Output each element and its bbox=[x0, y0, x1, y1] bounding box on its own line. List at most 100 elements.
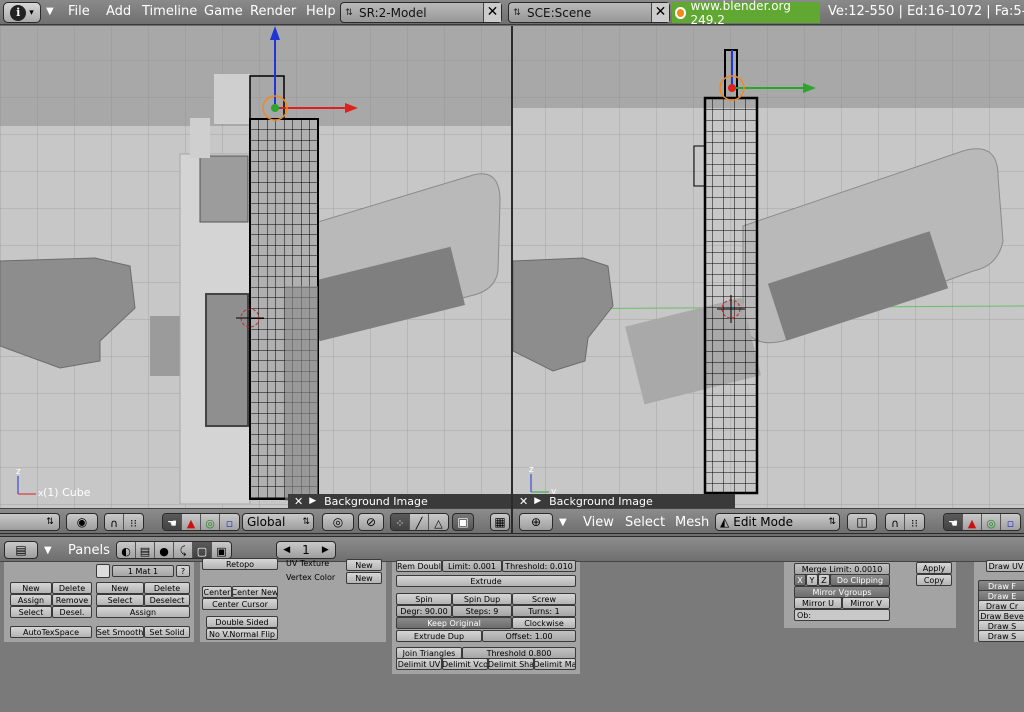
delimit-vco-toggle[interactable]: Delimit Vco bbox=[442, 658, 488, 670]
screen-name[interactable]: SR:2-Model bbox=[357, 6, 483, 20]
material-index[interactable]: 1 Mat 1 bbox=[112, 565, 174, 577]
autotexspace-toggle[interactable]: AutoTexSpace bbox=[10, 626, 92, 638]
retopo-toggle[interactable]: Retopo bbox=[202, 558, 278, 570]
spin-button[interactable]: Spin bbox=[396, 593, 452, 605]
expand-triangle-icon[interactable]: ▶ bbox=[309, 496, 316, 506]
vertex-select-icon[interactable]: ⁘ bbox=[391, 514, 410, 530]
vgroup-remove-button[interactable]: Remove bbox=[52, 594, 92, 606]
frame-counter[interactable]: ◀ 1 ▶ bbox=[276, 541, 336, 559]
rotate-icon[interactable]: ◎ bbox=[201, 514, 220, 530]
menu-mesh[interactable]: Mesh bbox=[675, 515, 709, 530]
material-deselect-button[interactable]: Deselect bbox=[144, 594, 190, 606]
material-assign-button[interactable]: Assign bbox=[96, 606, 190, 618]
collapse-menu-icon[interactable]: ▼ bbox=[559, 517, 567, 528]
menu-view[interactable]: View bbox=[583, 515, 614, 530]
material-help-button[interactable]: ? bbox=[176, 565, 190, 577]
logic-icon[interactable]: ◐ bbox=[117, 542, 136, 558]
draw-sharp-toggle[interactable]: Draw S bbox=[978, 630, 1024, 642]
close-screen-icon[interactable]: ✕ bbox=[483, 3, 501, 22]
close-scene-icon[interactable]: ✕ bbox=[651, 3, 669, 22]
menu-file[interactable]: File bbox=[68, 4, 90, 25]
panels-label[interactable]: Panels bbox=[68, 543, 110, 558]
uv-texture-new-button[interactable]: New bbox=[346, 559, 382, 571]
script-icon[interactable]: ▤ bbox=[136, 542, 155, 558]
set-solid-button[interactable]: Set Solid bbox=[144, 626, 190, 638]
increment-icon[interactable]: ▶ bbox=[322, 545, 329, 555]
material-select-button[interactable]: Select bbox=[96, 594, 144, 606]
offset-field[interactable]: Offset: 1.00 bbox=[482, 630, 576, 642]
menu-help[interactable]: Help bbox=[306, 4, 336, 25]
scene-icon[interactable]: ▣ bbox=[212, 542, 231, 558]
proportional-edit-icon[interactable]: ◎ bbox=[322, 513, 354, 531]
object-icon[interactable]: ⤹ bbox=[174, 542, 193, 558]
menu-game[interactable]: Game bbox=[204, 4, 243, 25]
apply-button[interactable]: Apply bbox=[916, 562, 952, 574]
steps-field[interactable]: Steps: 9 bbox=[452, 605, 512, 617]
mirror-u-toggle[interactable]: Mirror U bbox=[794, 597, 842, 609]
material-delete-button[interactable]: Delete bbox=[144, 582, 190, 594]
do-clipping-toggle[interactable]: Do Clipping bbox=[830, 574, 890, 586]
vgroup-assign-button[interactable]: Assign bbox=[10, 594, 52, 606]
snap-magnet-icon[interactable]: ∩ bbox=[105, 514, 124, 530]
close-panel-icon[interactable]: ✕ bbox=[294, 495, 303, 508]
draw-type-icon[interactable]: ◫ bbox=[847, 513, 877, 531]
center-button[interactable]: Center bbox=[202, 586, 232, 598]
decrement-icon[interactable]: ◀ bbox=[283, 545, 290, 555]
mirror-object-field[interactable]: Ob: bbox=[794, 609, 890, 621]
shading-icon[interactable]: ● bbox=[155, 542, 174, 558]
view-menu-dropdown[interactable]: ⇅ bbox=[0, 513, 60, 531]
editor-type-button[interactable]: i ▾ bbox=[3, 2, 41, 23]
viewport-left-canvas[interactable]: z x bbox=[0, 26, 511, 508]
manipulator-center[interactable] bbox=[728, 84, 736, 92]
center-new-button[interactable]: Center New bbox=[232, 586, 278, 598]
axis-x-toggle[interactable]: X bbox=[794, 574, 806, 586]
link-icon[interactable]: ⊘ bbox=[358, 513, 384, 531]
collapse-menu-icon[interactable]: ▼ bbox=[46, 6, 54, 27]
screw-button[interactable]: Screw bbox=[512, 593, 576, 605]
threshold-field[interactable]: Threshold: 0.010 bbox=[502, 560, 576, 572]
mirror-v-toggle[interactable]: Mirror V bbox=[842, 597, 890, 609]
viewport-right-canvas[interactable]: z y bbox=[513, 26, 1024, 508]
material-new-button[interactable]: New bbox=[96, 582, 144, 594]
mode-dropdown[interactable]: ◭ Edit Mode ⇅ bbox=[715, 513, 840, 531]
grid-dots-icon[interactable]: ⁝⁝ bbox=[124, 514, 143, 530]
delimit-sha-toggle[interactable]: Delimit Sha bbox=[488, 658, 534, 670]
screen-selector[interactable]: ⇅ SR:2-Model ✕ bbox=[340, 2, 502, 23]
editor-type-3d-icon[interactable]: ⊕ bbox=[519, 513, 553, 531]
vgroup-deselect-button[interactable]: Desel. bbox=[52, 606, 92, 618]
vgroup-new-button[interactable]: New bbox=[10, 582, 52, 594]
degr-field[interactable]: Degr: 90.00 bbox=[396, 605, 452, 617]
object-mode-icon[interactable]: ◉ bbox=[66, 513, 98, 531]
face-select-icon[interactable]: △ bbox=[429, 514, 448, 530]
hand-icon[interactable]: ☚ bbox=[163, 514, 182, 530]
delimit-ma-toggle[interactable]: Delimit Ma bbox=[534, 658, 576, 670]
menu-select[interactable]: Select bbox=[625, 515, 665, 530]
expand-triangle-icon[interactable]: ▶ bbox=[534, 496, 541, 506]
scene-name[interactable]: SCE:Scene bbox=[525, 6, 651, 20]
vertex-color-new-button[interactable]: New bbox=[346, 572, 382, 584]
collapse-menu-icon[interactable]: ▼ bbox=[44, 545, 52, 556]
center-cursor-button[interactable]: Center Cursor bbox=[202, 598, 278, 610]
extrude-button[interactable]: Extrude bbox=[396, 575, 576, 587]
background-image-panel[interactable]: ✕ ▶ Background Image bbox=[288, 494, 511, 508]
translate-icon[interactable]: ▲ bbox=[182, 514, 201, 530]
3d-viewport-right[interactable]: z y ✕ ▶ Background Image bbox=[513, 26, 1024, 508]
render-preview-icon[interactable]: ▦ bbox=[490, 513, 510, 531]
spin-dup-button[interactable]: Spin Dup bbox=[452, 593, 512, 605]
occlude-geometry-icon[interactable]: ▣ bbox=[452, 513, 474, 531]
scale-icon[interactable]: ▫ bbox=[1001, 514, 1020, 530]
menu-add[interactable]: Add bbox=[106, 4, 131, 25]
manipulator-center[interactable] bbox=[271, 104, 279, 112]
clockwise-toggle[interactable]: Clockwise bbox=[512, 617, 576, 629]
grid-dots-icon[interactable]: ⁝⁝ bbox=[905, 514, 924, 530]
material-color-swatch[interactable] bbox=[96, 564, 110, 578]
hand-icon[interactable]: ☚ bbox=[944, 514, 963, 530]
turns-field[interactable]: Turns: 1 bbox=[512, 605, 576, 617]
orientation-dropdown[interactable]: Global ⇅ bbox=[242, 513, 314, 531]
delimit-uv-toggle[interactable]: Delimit UV bbox=[396, 658, 442, 670]
scale-icon[interactable]: ▫ bbox=[220, 514, 239, 530]
draw-uv-toggle[interactable]: Draw UV bbox=[986, 560, 1024, 572]
3d-viewport-left[interactable]: z x (1) Cube ✕ ▶ Background Image bbox=[0, 26, 511, 508]
editor-type-buttons-icon[interactable]: ▤ bbox=[4, 541, 38, 559]
axis-y-toggle[interactable]: Y bbox=[806, 574, 818, 586]
